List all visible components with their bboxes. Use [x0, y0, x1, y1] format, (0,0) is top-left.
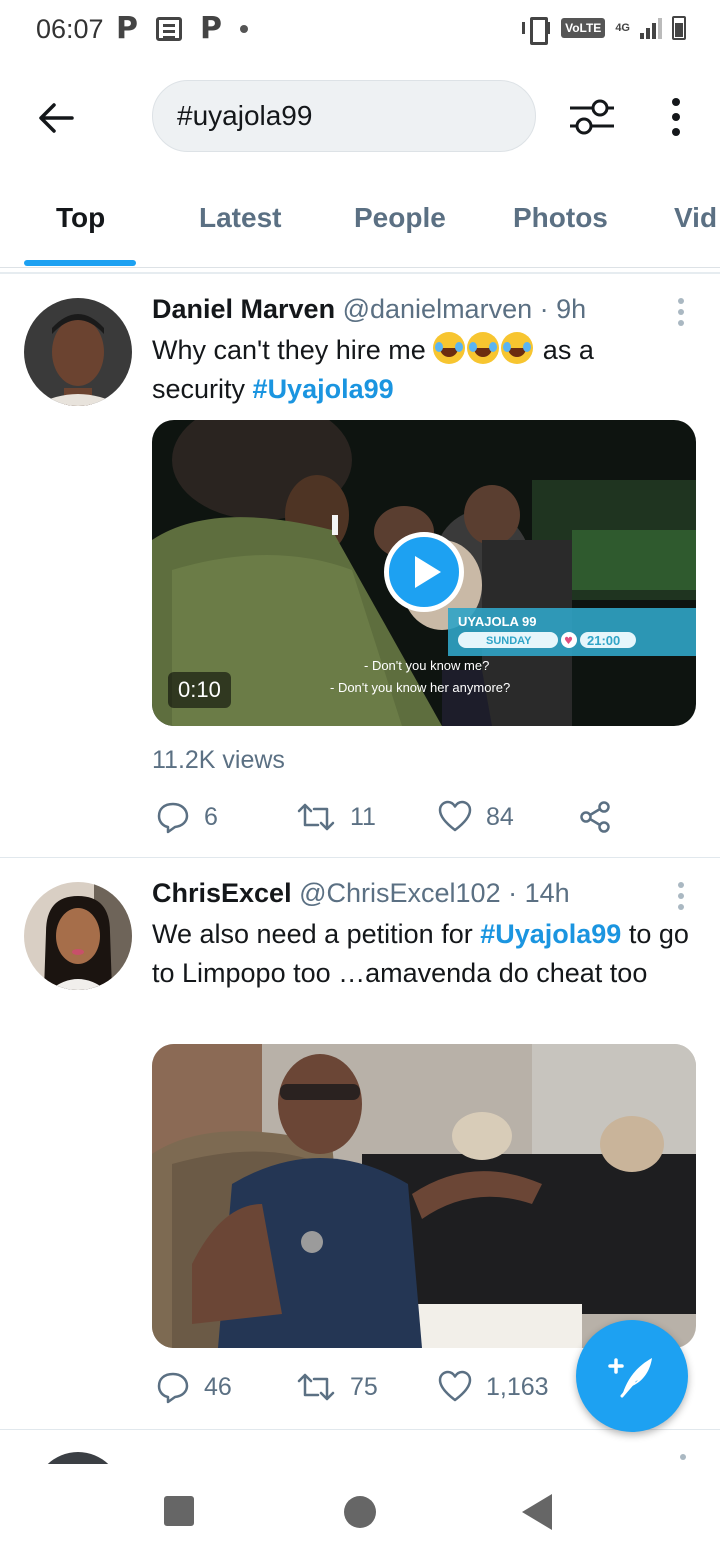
parking-notification-icon: P	[200, 11, 222, 46]
more-options-button[interactable]	[656, 92, 696, 142]
next-tweet-peek	[0, 1440, 720, 1464]
tweet-author-name[interactable]: ChrisExcel	[152, 878, 292, 908]
heart-icon	[438, 800, 472, 832]
retweet-count: 75	[350, 1372, 378, 1401]
tab-videos[interactable]: Vid	[674, 202, 717, 234]
tweet-header: ChrisExcel @ChrisExcel102 · 14h	[152, 878, 570, 908]
retweet-button[interactable]: 75	[296, 1370, 378, 1404]
search-query: #uyajola99	[177, 100, 313, 131]
system-back-button[interactable]	[522, 1494, 552, 1530]
avatar-image	[24, 882, 132, 990]
tweet-author-name[interactable]: Daniel Marven	[152, 294, 335, 324]
hashtag-link[interactable]: #Uyajola99	[480, 919, 621, 949]
tweet-text: Why can't they hire me as a security #Uy…	[152, 331, 692, 409]
system-icons: VoLTE 4G	[521, 16, 686, 45]
arrow-left-icon	[39, 103, 74, 133]
retweet-button[interactable]: 11	[296, 800, 376, 834]
tweet-author-handle[interactable]: @ChrisExcel102	[299, 878, 501, 908]
more-notifications-icon	[240, 25, 248, 33]
system-navigation-bar	[0, 1464, 720, 1560]
avatar-image	[24, 298, 132, 406]
reply-icon	[157, 1372, 189, 1404]
home-button[interactable]	[344, 1496, 376, 1528]
reply-icon	[157, 802, 189, 834]
tab-photos[interactable]: Photos	[513, 202, 608, 234]
parking-notification-icon: P	[116, 11, 138, 46]
avatar	[34, 1452, 122, 1464]
tab-top[interactable]: Top	[56, 202, 105, 234]
more-vertical-icon	[678, 882, 684, 888]
vibrate-icon	[521, 16, 551, 45]
reply-count: 6	[204, 802, 218, 831]
more-vertical-icon	[678, 298, 684, 304]
search-input[interactable]: #uyajola99	[152, 80, 536, 152]
svg-text:♥: ♥	[564, 636, 573, 647]
tweet[interactable]: Daniel Marven @danielmarven · 9h Why can…	[0, 274, 720, 858]
tweet-timestamp: 14h	[524, 878, 570, 908]
tweet-menu-button[interactable]	[676, 298, 686, 326]
video-day-overlay: SUNDAY	[486, 635, 532, 647]
avatar[interactable]	[24, 298, 132, 406]
reply-button[interactable]: 6	[156, 800, 218, 834]
tweet-author-handle[interactable]: @danielmarven	[343, 294, 533, 324]
share-icon	[580, 801, 610, 833]
like-count: 1,163	[486, 1372, 549, 1401]
tweet-photo-image	[152, 1044, 696, 1348]
volte-badge: VoLTE	[561, 18, 606, 38]
more-vertical-icon	[680, 1454, 686, 1460]
share-button[interactable]	[578, 800, 612, 834]
video-time-overlay: 21:00	[587, 633, 620, 648]
status-bar: 06:07 P P VoLTE 4G	[0, 0, 720, 62]
search-filter-button[interactable]	[562, 92, 622, 142]
compose-tweet-icon	[608, 1358, 652, 1398]
compose-tweet-button[interactable]	[576, 1320, 688, 1432]
retweet-icon	[297, 803, 335, 831]
video-subtitle: - Don't you know me?	[364, 658, 489, 673]
video-brand-overlay: UYAJOLA 99	[458, 614, 537, 629]
reply-button[interactable]: 46	[156, 1370, 232, 1404]
search-header: #uyajola99	[0, 62, 720, 172]
view-count: 11.2K views	[152, 746, 285, 774]
tweet-menu-button[interactable]	[676, 882, 686, 910]
tab-latest[interactable]: Latest	[199, 202, 281, 234]
tweet-actions: 6 11 84	[152, 800, 672, 840]
laughing-emoji-icon	[433, 332, 535, 365]
like-button[interactable]: 1,163	[438, 1370, 549, 1404]
search-tabs: Top Latest People Photos Vid	[0, 172, 720, 268]
notification-icons: P P	[116, 14, 248, 44]
avatar[interactable]	[24, 882, 132, 990]
news-notification-icon	[156, 17, 182, 41]
like-button[interactable]: 84	[438, 800, 514, 834]
reply-count: 46	[204, 1372, 232, 1401]
tab-people[interactable]: People	[354, 202, 446, 234]
recent-apps-button[interactable]	[164, 1496, 194, 1526]
play-button[interactable]	[384, 532, 464, 612]
status-time: 06:07	[36, 14, 104, 44]
like-count: 84	[486, 802, 514, 831]
tweet-timestamp: 9h	[556, 294, 587, 324]
tweet-video[interactable]: UYAJOLA 99 SUNDAY ♥ 21:00 - Don't you kn…	[152, 420, 696, 726]
sliders-icon	[570, 99, 614, 135]
network-type-label: 4G	[615, 22, 630, 34]
retweet-icon	[297, 1373, 335, 1401]
back-button[interactable]	[30, 92, 82, 144]
signal-icon	[640, 17, 662, 39]
tweet-photo[interactable]	[152, 1044, 696, 1348]
heart-icon	[438, 1370, 472, 1402]
tweet-text: We also need a petition for #Uyajola99 t…	[152, 919, 689, 988]
hashtag-link[interactable]: #Uyajola99	[253, 374, 394, 404]
video-subtitle: - Don't you know her anymore?	[330, 680, 510, 695]
retweet-count: 11	[350, 802, 376, 831]
more-vertical-icon	[672, 98, 680, 106]
tweet-header: Daniel Marven @danielmarven · 9h	[152, 294, 587, 324]
active-tab-indicator	[24, 260, 136, 266]
video-duration: 0:10	[168, 672, 231, 708]
battery-icon	[672, 16, 686, 40]
